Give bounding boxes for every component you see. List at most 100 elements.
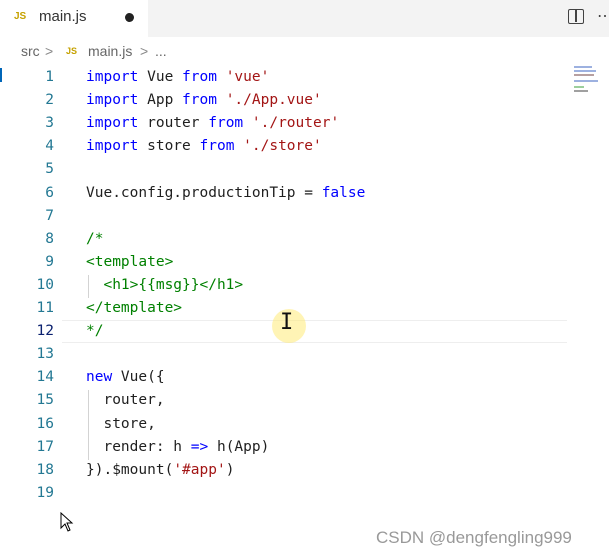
code-token: h(App) [208, 438, 270, 455]
code-text: <template> [86, 254, 173, 270]
code-line[interactable]: 1 import Vue from 'vue' [0, 67, 570, 90]
line-number: 10 [36, 276, 54, 293]
code-line[interactable]: 15 router, [0, 390, 570, 413]
indent-guide [88, 390, 89, 460]
minimap[interactable] [572, 66, 602, 96]
line-number: 17 [36, 438, 54, 455]
code-line[interactable]: 3 import router from './router' [0, 113, 570, 136]
code-text: import App from './App.vue' [86, 92, 322, 108]
line-number: 4 [45, 138, 54, 155]
breadcrumb-separator-icon: > [140, 43, 149, 59]
code-token: import [86, 115, 139, 132]
code-token: from [199, 138, 235, 155]
tab-title: main.js [39, 8, 87, 25]
line-number: 1 [45, 69, 54, 85]
code-line[interactable]: 19 [0, 483, 570, 506]
code-token: import [86, 92, 139, 109]
code-line[interactable]: 18 }).$mount('#app') [0, 460, 570, 483]
code-line[interactable]: 2 import App from './App.vue' [0, 90, 570, 113]
mouse-pointer-icon [60, 512, 74, 532]
code-token: Vue({ [112, 369, 165, 386]
code-token: false [321, 184, 366, 201]
code-token: new [86, 369, 113, 386]
breadcrumb-folder[interactable]: src [21, 43, 40, 59]
code-line[interactable]: 8 /* [0, 229, 570, 252]
code-line[interactable]: 4 import store from './store' [0, 136, 570, 159]
code-text: import store from './store' [86, 138, 322, 154]
line-number: 9 [45, 253, 54, 270]
code-line[interactable]: 5 [0, 159, 570, 182]
code-token: /* [86, 230, 104, 247]
code-token: './App.vue' [225, 92, 322, 109]
code-text: Vue.config.productionTip = false [86, 185, 365, 201]
code-text: }).$mount('#app') [86, 462, 234, 478]
code-token: */ [86, 323, 104, 340]
code-text: render: h => h(App) [86, 439, 269, 455]
code-token: App [138, 92, 183, 109]
code-text: </template> [86, 300, 182, 316]
code-line[interactable]: 9 <template> [0, 252, 570, 275]
code-text: store, [86, 415, 156, 432]
more-actions-icon[interactable]: ⋯ [597, 6, 609, 26]
code-token: router, [86, 392, 165, 409]
line-number: 19 [36, 484, 54, 501]
code-text: import router from './router' [86, 115, 339, 131]
text-cursor-icon: I [280, 310, 294, 335]
code-text: /* [86, 231, 103, 247]
code-text: import Vue from 'vue' [86, 69, 269, 85]
breadcrumb-separator-icon: > [45, 43, 54, 59]
code-text: router, [86, 392, 165, 409]
line-number: 7 [45, 207, 54, 224]
code-token: store, [86, 415, 156, 432]
code-token: </template> [86, 300, 183, 316]
code-token: from [208, 115, 244, 132]
code-line[interactable]: 17 render: h => h(App) [0, 437, 570, 460]
breadcrumb-symbols[interactable]: ... [155, 43, 167, 59]
line-number: 3 [45, 115, 54, 132]
code-token: './store' [243, 138, 322, 155]
watermark: CSDN @dengfengling999 [376, 528, 572, 547]
code-token: Vue.config.productionTip = [86, 184, 322, 201]
code-line[interactable]: 10 <h1>{{msg}}</h1> [0, 275, 570, 298]
code-token: Vue [138, 69, 183, 85]
code-text: new Vue({ [86, 369, 165, 385]
code-token: from [182, 92, 217, 109]
line-number: 5 [45, 161, 54, 178]
code-line[interactable]: 7 [0, 206, 570, 229]
code-token: import [86, 138, 139, 155]
unsaved-dot-icon[interactable] [125, 13, 134, 22]
code-token: router [138, 115, 209, 132]
line-number: 13 [36, 346, 54, 363]
code-line[interactable]: 16 store, [0, 414, 570, 437]
line-number: 6 [45, 184, 54, 201]
code-token: './router' [251, 115, 340, 132]
line-number: 2 [45, 92, 54, 109]
code-line[interactable]: 14 new Vue({ [0, 367, 570, 390]
code-token: store [138, 138, 200, 155]
line-number: 15 [36, 392, 54, 409]
javascript-file-icon: JS [14, 11, 27, 22]
code-token: render: h [86, 438, 191, 455]
code-token: import [86, 69, 139, 85]
code-line[interactable]: 6 Vue.config.productionTip = false [0, 183, 570, 206]
code-token: <template> [86, 253, 174, 270]
line-number: 12 [36, 323, 54, 340]
split-editor-icon[interactable] [568, 9, 584, 24]
breadcrumb: src > JS main.js > ... [0, 37, 609, 65]
tab-main-js[interactable]: JS main.js [0, 0, 148, 37]
editor-tab-bar: JS main.js ⋯ [0, 0, 609, 37]
code-token: 'vue' [225, 69, 270, 85]
code-text: */ [86, 323, 103, 339]
code-token: => [190, 438, 209, 455]
breadcrumb-file[interactable]: main.js [88, 43, 132, 59]
code-token: from [182, 69, 217, 85]
code-line[interactable]: 13 [0, 344, 570, 367]
line-number: 18 [36, 461, 54, 478]
line-number: 11 [36, 300, 54, 316]
code-token: <h1>{{msg}}</h1> [86, 276, 244, 293]
line-number: 16 [36, 415, 54, 432]
